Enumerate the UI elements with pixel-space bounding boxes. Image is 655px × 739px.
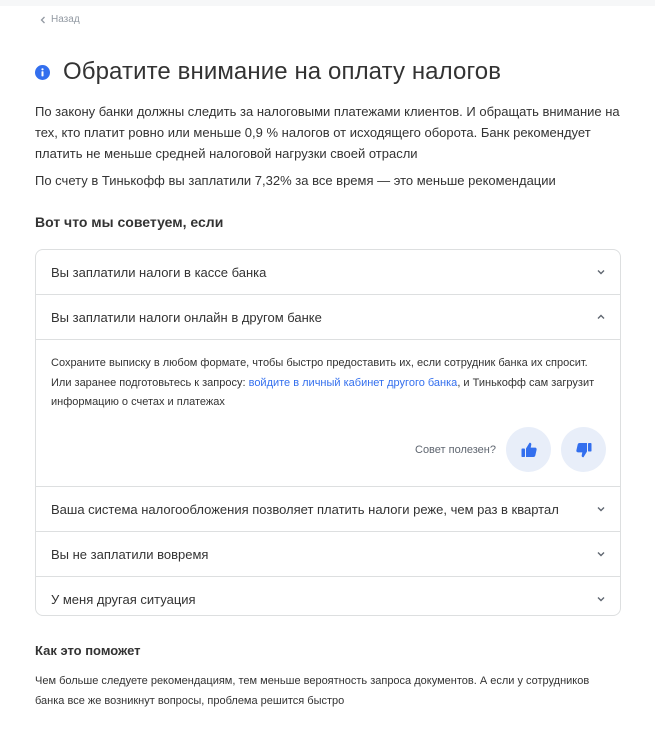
back-link[interactable]: Назад [39, 14, 80, 25]
accordion-header-tax-system[interactable]: Ваша система налогообложения позволяет п… [36, 487, 620, 531]
accordion-header-other-bank[interactable]: Вы заплатили налоги онлайн в другом банк… [36, 295, 620, 339]
accordion-header-not-paid[interactable]: Вы не заплатили вовремя [36, 532, 620, 576]
accordion-header-cash-desk[interactable]: Вы заплатили налоги в кассе банка [36, 250, 620, 294]
accordion-item-cash-desk: Вы заплатили налоги в кассе банка [36, 250, 620, 295]
chevron-down-icon [597, 270, 605, 275]
chevron-up-icon [597, 314, 605, 319]
other-bank-login-link[interactable]: войдите в личный кабинет другого банка [249, 377, 458, 389]
info-icon [35, 64, 50, 80]
accordion-item-tax-system: Ваша система налогообложения позволяет п… [36, 487, 620, 532]
accordion-label: Ваша система налогообложения позволяет п… [51, 501, 559, 517]
advice-title: Вот что мы советуем, если [35, 214, 224, 230]
like-button[interactable] [506, 427, 551, 472]
chevron-left-icon [40, 16, 45, 23]
help-text: Чем больше следуете рекомендациям, тем м… [35, 675, 590, 707]
thumbs-up-icon [521, 442, 537, 457]
accordion-header-other[interactable]: У меня другая ситуация [36, 577, 620, 615]
accordion-item-other-bank: Вы заплатили налоги онлайн в другом банк… [36, 295, 620, 487]
page-header: Обратите внимание на оплату налогов [35, 58, 501, 86]
advice-accordion: Вы заплатили налоги в кассе банка Вы зап… [35, 249, 621, 616]
accordion-label: Вы не заплатили вовремя [51, 546, 209, 562]
dislike-button[interactable] [561, 427, 606, 472]
intro-paragraph: По закону банки должны следить за налого… [35, 104, 620, 161]
feedback-block: Совет полезен? [415, 427, 606, 472]
back-label: Назад [51, 14, 80, 25]
chevron-down-icon [597, 597, 605, 602]
top-bar [0, 0, 655, 6]
accordion-label: Вы заплатили налоги в кассе банка [51, 264, 267, 280]
help-title: Как это поможет [35, 643, 141, 658]
thumbs-down-icon [575, 442, 591, 457]
tax-paid-summary: По счету в Тинькофф вы заплатили 7,32% з… [35, 173, 556, 188]
accordion-label: Вы заплатили налоги онлайн в другом банк… [51, 309, 322, 325]
accordion-label: У меня другая ситуация [51, 591, 196, 607]
page-title: Обратите внимание на оплату налогов [63, 58, 502, 85]
chevron-down-icon [597, 507, 605, 512]
chevron-down-icon [597, 552, 605, 557]
advice-text: Сохраните выписку в любом формате, чтобы… [51, 354, 611, 413]
accordion-item-not-paid: Вы не заплатили вовремя [36, 532, 620, 577]
accordion-item-other: У меня другая ситуация [36, 577, 620, 615]
feedback-label: Совет полезен? [415, 443, 496, 456]
accordion-body-other-bank: Сохраните выписку в любом формате, чтобы… [36, 339, 620, 486]
